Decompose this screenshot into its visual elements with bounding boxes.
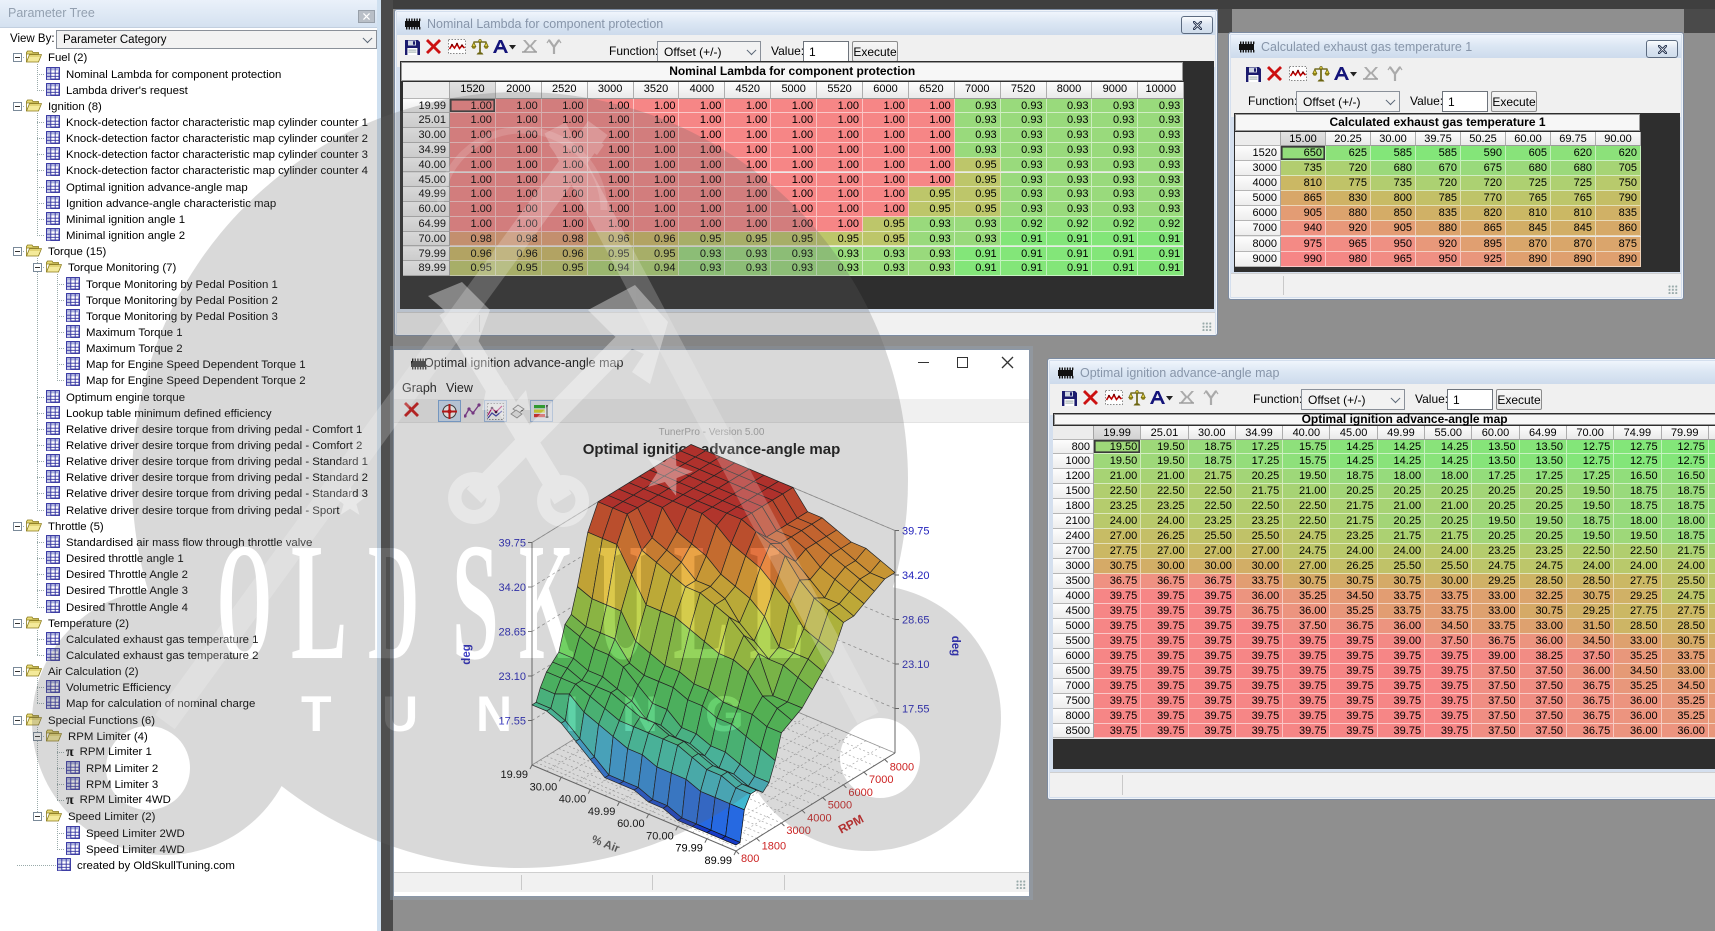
svg-text:1800: 1800 [762, 840, 786, 852]
svg-text:79.99: 79.99 [675, 843, 703, 855]
svg-text:34.20: 34.20 [498, 582, 526, 594]
svg-text:23.10: 23.10 [902, 659, 930, 671]
svg-text:7000: 7000 [869, 774, 893, 786]
svg-text:5000: 5000 [828, 800, 852, 812]
svg-text:4000: 4000 [807, 812, 831, 824]
svg-text:19.99: 19.99 [500, 769, 528, 781]
svg-text:39.75: 39.75 [902, 526, 930, 538]
svg-text:89.99: 89.99 [704, 855, 732, 867]
svg-text:28.65: 28.65 [902, 615, 930, 627]
svg-text:60.00: 60.00 [617, 818, 645, 830]
svg-text:49.99: 49.99 [588, 806, 616, 818]
svg-text:RPM: RPM [836, 812, 866, 837]
svg-text:deg: deg [949, 636, 961, 656]
svg-text:30.00: 30.00 [530, 781, 558, 793]
svg-text:3000: 3000 [786, 825, 810, 837]
svg-text:6000: 6000 [848, 787, 872, 799]
svg-text:8000: 8000 [890, 761, 914, 773]
svg-text:23.10: 23.10 [498, 671, 526, 683]
svg-text:17.55: 17.55 [902, 704, 930, 716]
svg-text:39.75: 39.75 [498, 538, 526, 550]
svg-text:% Air: % Air [590, 834, 622, 856]
svg-text:deg: deg [461, 644, 473, 664]
svg-text:40.00: 40.00 [559, 794, 587, 806]
svg-text:800: 800 [741, 853, 759, 865]
svg-text:17.55: 17.55 [498, 716, 526, 728]
svg-text:70.00: 70.00 [646, 830, 674, 842]
svg-text:34.20: 34.20 [902, 570, 930, 582]
svg-text:28.65: 28.65 [498, 627, 526, 639]
